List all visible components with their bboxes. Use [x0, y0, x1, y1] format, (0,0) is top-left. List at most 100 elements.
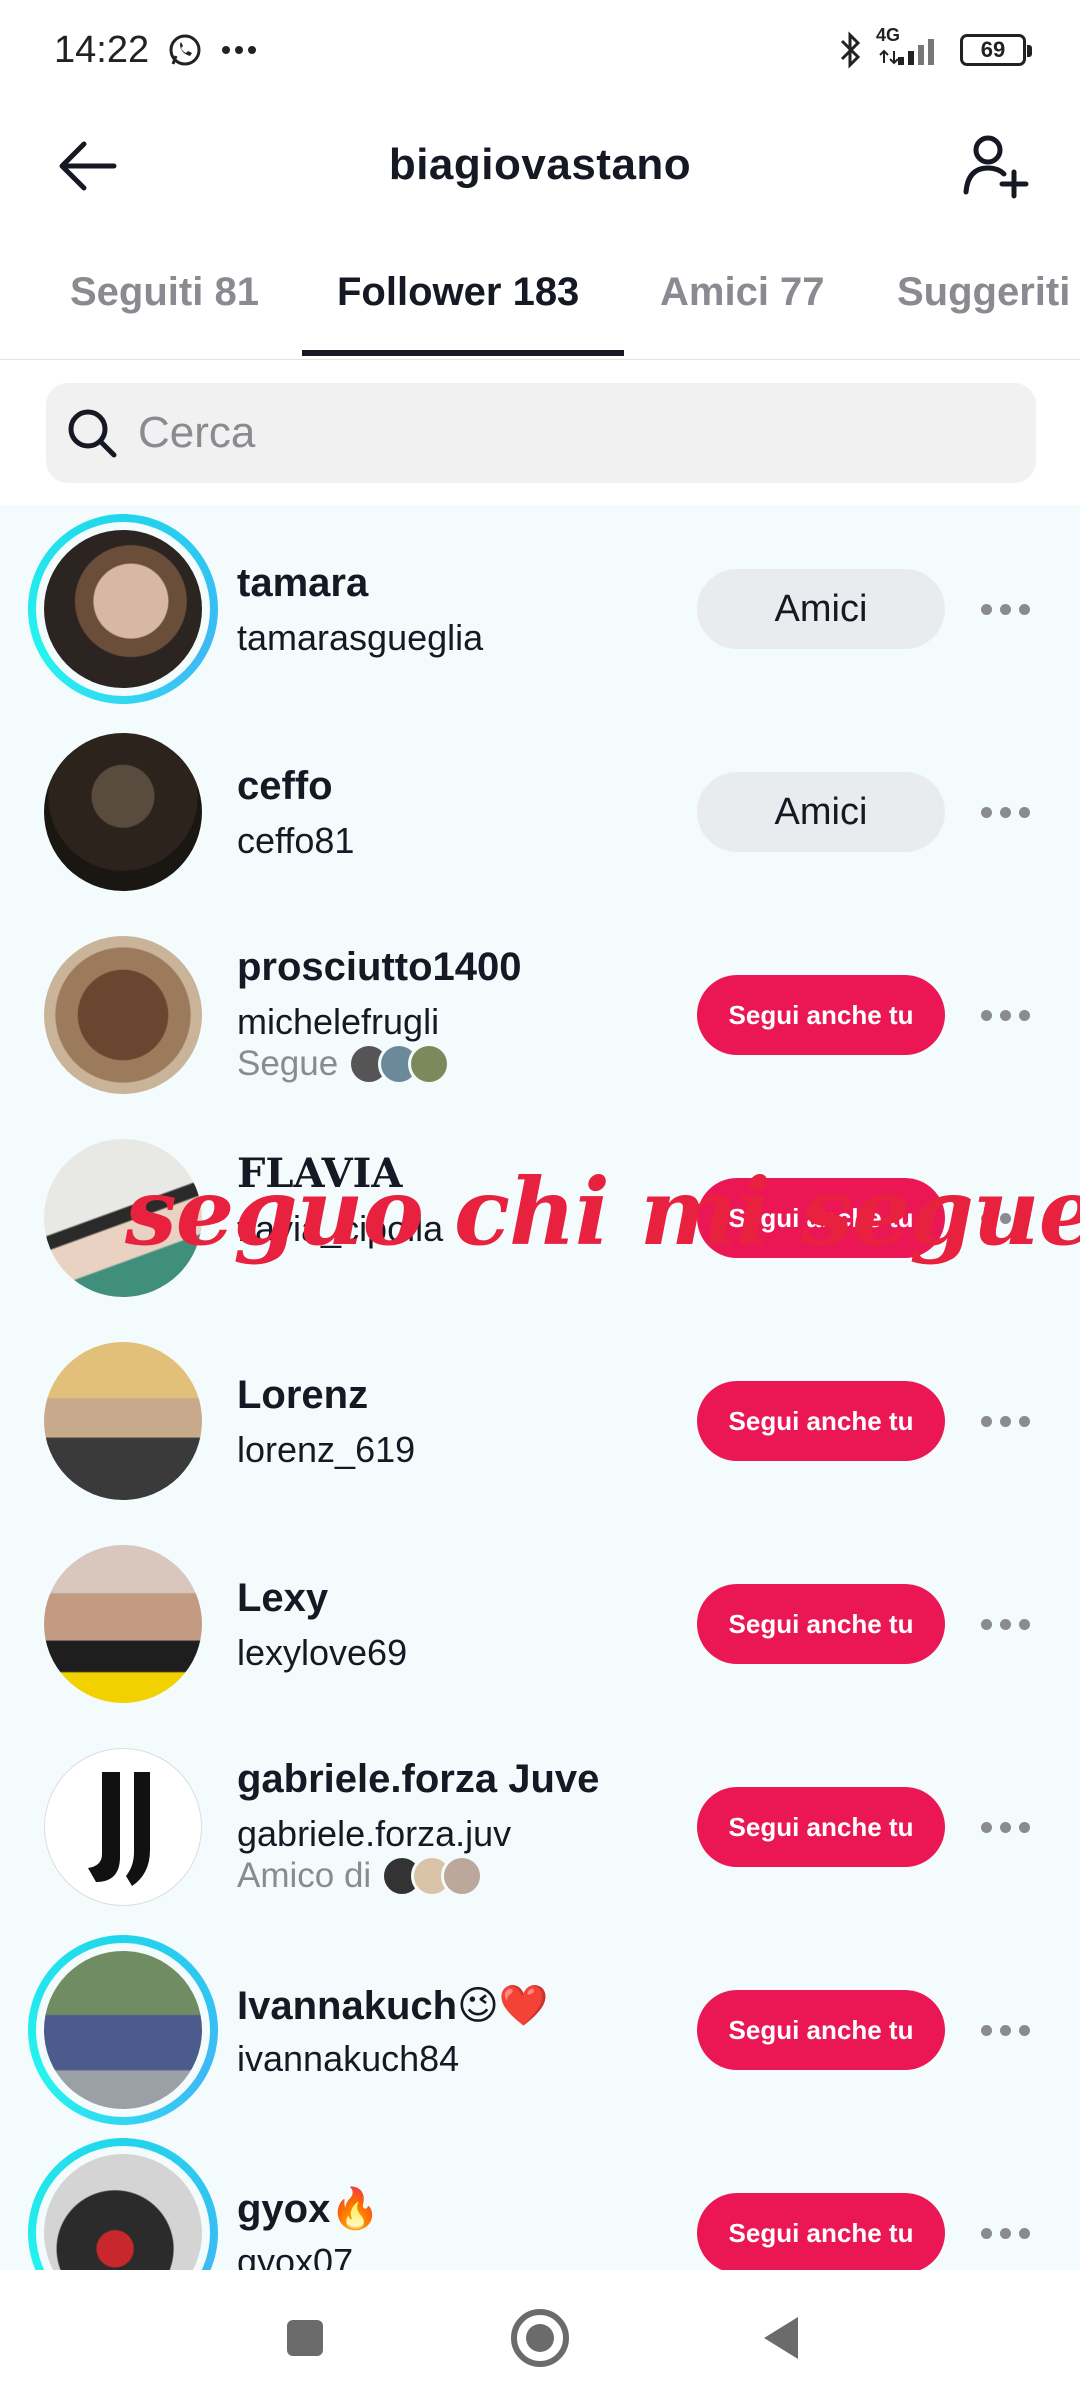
list-item[interactable]: tamara tamarasgueglia Amici — [0, 505, 1080, 708]
mutual-avatars — [381, 1855, 484, 1897]
more-options-button[interactable] — [975, 1604, 1035, 1644]
more-horizontal-icon — [980, 806, 992, 818]
display-name: ceffo — [237, 764, 333, 808]
status-time: 14:22 — [54, 28, 150, 71]
avatar-wrapper[interactable] — [28, 1529, 218, 1719]
search-input[interactable] — [138, 408, 998, 458]
avatar-wrapper[interactable] — [28, 717, 218, 907]
display-name: prosciutto1400 — [237, 945, 522, 989]
home-button[interactable] — [508, 2306, 572, 2370]
network-type: 4G — [876, 25, 901, 45]
avatar-wrapper[interactable] — [28, 1732, 218, 1922]
tab-friends[interactable]: Amici 77 — [660, 270, 825, 315]
square-icon — [287, 2320, 323, 2356]
bluetooth-icon — [838, 31, 862, 69]
search-bar[interactable] — [46, 383, 1036, 483]
display-name: gyox🔥 — [237, 2187, 381, 2231]
username: lexylove69 — [237, 1632, 408, 1673]
more-notifications-icon — [221, 45, 257, 55]
mutual-avatars — [348, 1043, 451, 1085]
triangle-back-icon — [764, 2317, 798, 2359]
more-options-button[interactable] — [975, 2213, 1035, 2253]
display-name: Ivannakuch😉❤️ — [237, 1984, 549, 2028]
mutual-followers: Segue — [237, 1043, 451, 1085]
list-item[interactable]: gabriele.forza Juve gabriele.forza.juv A… — [0, 1723, 1080, 1926]
avatar — [44, 936, 202, 1094]
avatar — [44, 1545, 202, 1703]
more-horizontal-icon — [980, 2227, 992, 2239]
juventus-logo-icon — [88, 1772, 150, 1886]
follow-back-button[interactable]: Segui anche tu — [697, 2193, 945, 2270]
tab-suggested[interactable]: Suggeriti — [897, 270, 1070, 315]
mutual-label: Segue — [237, 1044, 339, 1083]
avatar-story-ring[interactable] — [28, 514, 218, 704]
list-item[interactable]: prosciutto1400 michelefrugli Segue Segui… — [0, 911, 1080, 1114]
arrow-left-icon — [59, 141, 117, 191]
avatar-story-ring[interactable] — [28, 1935, 218, 2125]
back-nav-button[interactable] — [750, 2308, 810, 2368]
more-options-button[interactable] — [975, 1401, 1035, 1441]
display-name: Lorenz — [237, 1373, 369, 1417]
follow-back-button[interactable]: Segui anche tu — [697, 1787, 945, 1867]
username: michelefrugli — [237, 1001, 440, 1042]
follow-back-button[interactable]: Segui anche tu — [697, 1381, 945, 1461]
display-name: gabriele.forza Juve — [237, 1757, 600, 1801]
page-title: biagiovastano — [388, 140, 692, 189]
overlay-caption: seguo chi mi segue — [125, 1158, 1080, 1266]
list-item[interactable]: ceffo ceffo81 Amici — [0, 708, 1080, 911]
avatar-wrapper[interactable] — [28, 920, 218, 1110]
follow-tabs: Seguiti 81 Follower 183 Amici 77 Suggeri… — [0, 240, 1080, 360]
username: gyox07 — [237, 2241, 354, 2270]
more-horizontal-icon — [980, 1415, 992, 1427]
more-options-button[interactable] — [975, 2010, 1035, 2050]
tab-following[interactable]: Seguiti 81 — [70, 270, 259, 315]
more-horizontal-icon — [980, 1821, 992, 1833]
followers-list: tamara tamarasgueglia Amici ceffo ceffo8… — [0, 505, 1080, 2270]
list-item[interactable]: Lexy lexylove69 Segui anche tu — [0, 1520, 1080, 1723]
avatar — [44, 733, 202, 891]
username: lorenz_619 — [237, 1429, 416, 1470]
list-item[interactable]: Lorenz lorenz_619 Segui anche tu — [0, 1317, 1080, 1520]
follow-back-button[interactable]: Segui anche tu — [697, 975, 945, 1055]
friends-button[interactable]: Amici — [697, 772, 945, 852]
more-horizontal-icon — [980, 1618, 992, 1630]
username: ivannakuch84 — [237, 2038, 460, 2079]
system-nav-bar — [0, 2270, 1080, 2400]
add-friend-button[interactable] — [956, 126, 1036, 206]
avatar — [44, 1748, 202, 1906]
person-plus-icon — [963, 135, 1029, 199]
status-bar: 14:22 4G 69 — [0, 0, 1080, 100]
back-button[interactable] — [52, 130, 124, 202]
follow-back-button[interactable]: Segui anche tu — [697, 1990, 945, 2070]
display-name: Lexy — [237, 1576, 329, 1620]
avatar — [44, 530, 202, 688]
follow-back-button[interactable]: Segui anche tu — [697, 1584, 945, 1664]
avatar-story-ring[interactable] — [28, 2138, 218, 2270]
signal-icon: 4G — [876, 25, 946, 69]
more-options-button[interactable] — [975, 792, 1035, 832]
friends-button[interactable]: Amici — [697, 569, 945, 649]
list-item[interactable]: Ivannakuch😉❤️ ivannakuch84 Segui anche t… — [0, 1926, 1080, 2129]
search-icon — [68, 409, 117, 458]
avatar-wrapper[interactable] — [28, 1326, 218, 1516]
display-name: tamara — [237, 561, 369, 605]
avatar — [44, 1342, 202, 1500]
avatar — [44, 2154, 202, 2270]
battery-indicator: 69 — [960, 34, 1032, 66]
username: gabriele.forza.juv — [237, 1813, 512, 1854]
more-options-button[interactable] — [975, 995, 1035, 1035]
mutual-followers: Amico di — [237, 1855, 484, 1897]
more-horizontal-icon — [980, 1009, 992, 1021]
avatar — [44, 1951, 202, 2109]
more-options-button[interactable] — [975, 1807, 1035, 1847]
more-horizontal-icon — [980, 2024, 992, 2036]
recents-button[interactable] — [275, 2308, 335, 2368]
more-horizontal-icon — [980, 603, 992, 615]
list-item[interactable]: gyox🔥 gyox07 Segui anche tu — [0, 2129, 1080, 2270]
tab-followers[interactable]: Follower 183 — [337, 270, 579, 315]
username: ceffo81 — [237, 820, 355, 861]
username: tamarasgueglia — [237, 617, 484, 658]
more-options-button[interactable] — [975, 589, 1035, 629]
mutual-label: Amico di — [237, 1856, 372, 1895]
profile-header: biagiovastano — [0, 100, 1080, 230]
